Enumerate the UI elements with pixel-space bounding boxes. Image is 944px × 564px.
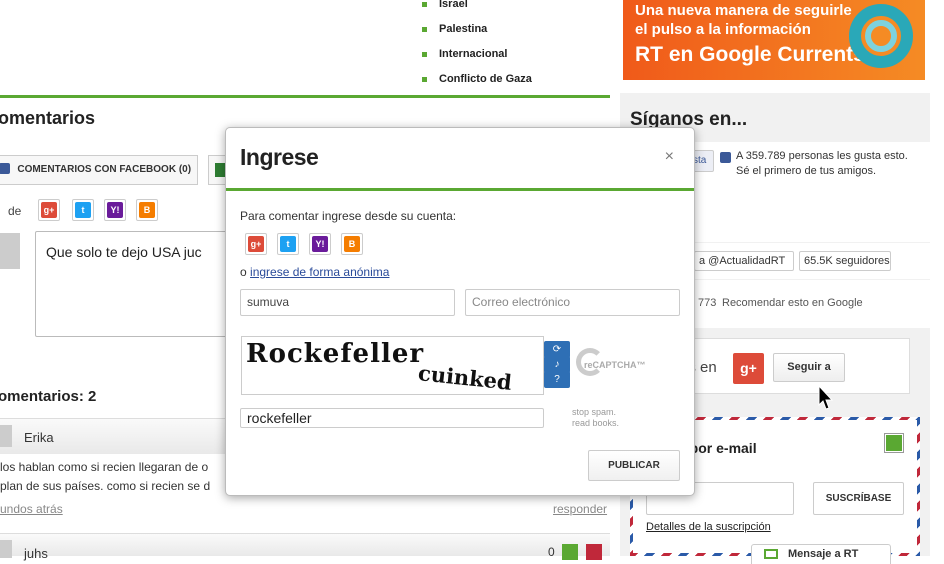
section-divider bbox=[0, 95, 610, 98]
banner-line-3: RT en Google Currents bbox=[635, 43, 865, 66]
blogger-icon: B bbox=[344, 236, 360, 252]
yahoo-icon: Y! bbox=[312, 236, 328, 252]
currents-logo-inner-icon bbox=[865, 20, 897, 52]
category-link[interactable]: Conflicto de Gaza bbox=[439, 73, 532, 85]
tab-facebook-comments[interactable]: COMENTARIOS CON FACEBOOK (0) bbox=[0, 155, 198, 185]
category-item[interactable]: Israel bbox=[422, 0, 532, 19]
anonymous-login-line: o ingrese de forma anónima bbox=[240, 265, 389, 279]
email-input[interactable]: Correo electrónico bbox=[465, 289, 680, 316]
twitter-follow-button[interactable]: a @ActualidadRT bbox=[694, 251, 794, 271]
facebook-icon bbox=[720, 152, 731, 163]
rt-icon bbox=[215, 163, 225, 177]
modal-divider bbox=[226, 188, 694, 191]
modal-title: Ingrese bbox=[240, 144, 319, 170]
share-prefix: de bbox=[8, 204, 22, 218]
blogger-login-button[interactable]: B bbox=[136, 199, 158, 221]
facebook-like-button[interactable]: sta bbox=[692, 150, 714, 172]
comments-section-title: omentarios bbox=[0, 108, 96, 128]
google-plus-login-button[interactable]: g+ bbox=[245, 233, 267, 255]
twitter-login-button[interactable]: t bbox=[72, 199, 94, 221]
category-item[interactable]: Internacional bbox=[422, 44, 532, 69]
google-recommend-link[interactable]: Recomendar esto en Google bbox=[722, 297, 863, 309]
twitter-icon: t bbox=[280, 236, 296, 252]
google-plus-follow-button[interactable]: Seguir a bbox=[773, 353, 845, 382]
captcha-word-1: Rockefeller bbox=[246, 339, 425, 369]
captcha-image: Rockefeller cuinked bbox=[241, 336, 544, 395]
facebook-like-count: A 359.789 personas les gusta esto. bbox=[736, 150, 908, 162]
category-item[interactable]: Palestina bbox=[422, 19, 532, 44]
google-plus-icon: g+ bbox=[41, 202, 57, 218]
close-icon[interactable]: × bbox=[665, 148, 674, 166]
bullet-icon bbox=[422, 26, 427, 32]
banner-line-2: el pulso a la información bbox=[635, 21, 811, 38]
recaptcha-logo: reCAPTCHA™ bbox=[576, 346, 646, 388]
rt-stamp-icon bbox=[884, 433, 904, 453]
publish-button[interactable]: PUBLICAR bbox=[588, 450, 680, 481]
comment-author: Erika bbox=[24, 430, 54, 445]
comment-author: juhs bbox=[24, 546, 48, 561]
category-item[interactable]: Conflicto de Gaza bbox=[422, 69, 532, 94]
thumbs-up-icon[interactable] bbox=[562, 544, 578, 560]
yahoo-login-button[interactable]: Y! bbox=[309, 233, 331, 255]
google-plus-count: 773 bbox=[698, 297, 717, 309]
login-modal: Ingrese × Para comentar ingrese desde su… bbox=[225, 127, 695, 496]
mouse-cursor-icon bbox=[818, 385, 834, 410]
envelope-icon bbox=[764, 549, 778, 559]
yahoo-icon: Y! bbox=[107, 202, 123, 218]
tab-facebook-label: COMENTARIOS CON FACEBOOK (0) bbox=[17, 164, 192, 175]
captcha-word-2: cuinked bbox=[416, 360, 513, 395]
captcha-tagline-2: read books. bbox=[572, 418, 620, 428]
google-plus-logo-icon: g+ bbox=[733, 353, 764, 384]
yahoo-login-button[interactable]: Y! bbox=[104, 199, 126, 221]
bullet-icon bbox=[422, 1, 427, 7]
thumbs-down-icon[interactable] bbox=[586, 544, 602, 560]
google-plus-login-button[interactable]: g+ bbox=[38, 199, 60, 221]
anon-prefix: o bbox=[240, 265, 247, 279]
captcha-tagline-1: stop spam. bbox=[572, 407, 617, 417]
google-plus-icon: g+ bbox=[248, 236, 264, 252]
vote-score: 0 bbox=[548, 545, 555, 559]
google-currents-banner[interactable]: Una nueva manera de seguirle el pulso a … bbox=[623, 0, 925, 80]
category-list: Israel Palestina Internacional Conflicto… bbox=[422, 0, 532, 94]
blogger-login-button[interactable]: B bbox=[341, 233, 363, 255]
name-input[interactable]: sumuva bbox=[240, 289, 455, 316]
subscription-details-link[interactable]: Detalles de la suscripción bbox=[646, 521, 771, 533]
message-rt-tab[interactable]: Mensaje a RT bbox=[751, 544, 891, 564]
comments-count: omentarios: 2 bbox=[0, 388, 97, 405]
blogger-icon: B bbox=[139, 202, 155, 218]
message-rt-label: Mensaje a RT bbox=[788, 548, 859, 560]
login-prompt: Para comentar ingrese desde su cuenta: bbox=[240, 209, 457, 223]
banner-line-1: Una nueva manera de seguirle bbox=[635, 2, 852, 19]
comment-text-line-1: los hablan como si recien llegaran de o bbox=[0, 460, 209, 474]
avatar bbox=[0, 233, 20, 269]
twitter-follower-count: 65.5K seguidores bbox=[799, 251, 891, 271]
recaptcha-wordmark: reCAPTCHA™ bbox=[584, 360, 646, 370]
captcha-help-icon[interactable]: ? bbox=[544, 371, 570, 388]
twitter-login-button[interactable]: t bbox=[277, 233, 299, 255]
avatar bbox=[0, 425, 12, 447]
subscribe-button[interactable]: SUSCRÍBASE bbox=[813, 482, 904, 515]
bullet-icon bbox=[422, 51, 427, 57]
facebook-icon bbox=[0, 163, 10, 175]
facebook-friends-text: Sé el primero de tus amigos. bbox=[736, 165, 877, 177]
category-link[interactable]: Israel bbox=[439, 0, 468, 10]
category-link[interactable]: Palestina bbox=[439, 23, 487, 35]
captcha-answer-input[interactable]: rockefeller bbox=[240, 408, 544, 428]
bullet-icon bbox=[422, 76, 427, 82]
comment-draft-text: Que solo te dejo USA juc bbox=[46, 244, 202, 260]
reply-link[interactable]: responder bbox=[553, 502, 607, 516]
category-link[interactable]: Internacional bbox=[439, 48, 507, 60]
avatar bbox=[0, 540, 12, 558]
comment-timestamp[interactable]: undos atrás bbox=[0, 502, 63, 516]
comment-text-line-2: plan de sus países. como si recien se d bbox=[0, 479, 211, 493]
anonymous-login-link[interactable]: ingrese de forma anónima bbox=[250, 265, 389, 279]
comment-header-row: juhs 0 bbox=[0, 533, 610, 561]
twitter-icon: t bbox=[75, 202, 91, 218]
